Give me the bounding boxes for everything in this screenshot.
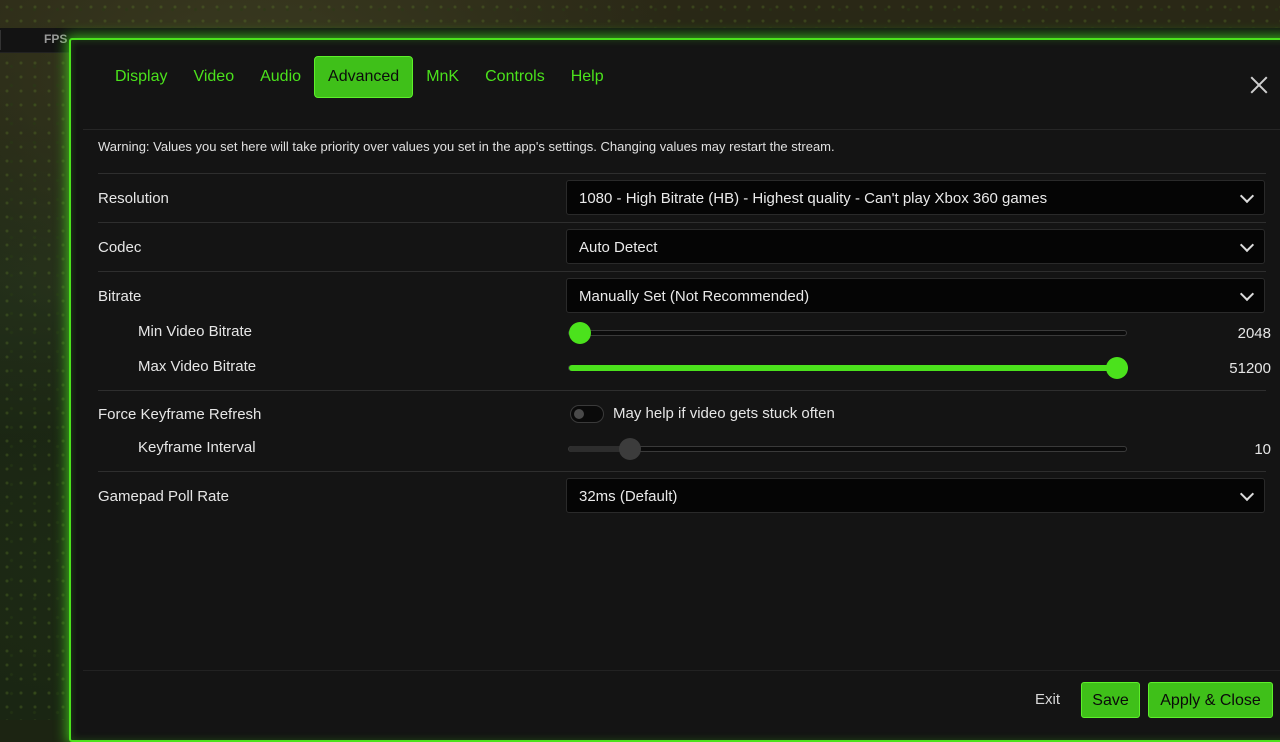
- fps-label: FPS: [44, 32, 68, 46]
- min-bitrate-handle[interactable]: [569, 322, 592, 344]
- min-bitrate-slider[interactable]: [568, 322, 1127, 344]
- divider: [98, 271, 1266, 272]
- footer-divider: [83, 670, 1280, 671]
- keyframe-interval-label: Keyframe Interval: [138, 439, 256, 456]
- settings-tabs: Display Video Audio Advanced MnK Control…: [102, 56, 617, 98]
- tab-controls[interactable]: Controls: [472, 56, 558, 98]
- exit-button[interactable]: Exit: [1035, 691, 1060, 708]
- tab-audio[interactable]: Audio: [247, 56, 314, 98]
- tab-video[interactable]: Video: [180, 56, 247, 98]
- resolution-label: Resolution: [98, 190, 169, 207]
- bitrate-label: Bitrate: [98, 288, 142, 305]
- close-icon[interactable]: [1246, 72, 1272, 98]
- codec-select[interactable]: Auto Detect: [566, 229, 1265, 264]
- keyframe-interval-value: 10: [1254, 441, 1271, 458]
- tab-display[interactable]: Display: [102, 56, 180, 98]
- resolution-value: 1080 - High Bitrate (HB) - Highest quali…: [579, 190, 1048, 207]
- force-keyframe-toggle[interactable]: [570, 405, 604, 423]
- tab-help[interactable]: Help: [558, 56, 617, 98]
- force-keyframe-hint: May help if video gets stuck often: [613, 405, 835, 422]
- max-bitrate-slider[interactable]: [568, 357, 1128, 379]
- divider: [98, 222, 1266, 223]
- bitrate-select[interactable]: Manually Set (Not Recommended): [566, 278, 1265, 313]
- codec-label: Codec: [98, 239, 142, 256]
- chevron-down-icon: [1239, 188, 1255, 204]
- gamepad-poll-value: 32ms (Default): [579, 488, 678, 505]
- keyframe-interval-slider[interactable]: [568, 438, 1127, 460]
- tab-advanced[interactable]: Advanced: [314, 56, 414, 98]
- max-bitrate-fill: [569, 365, 1128, 371]
- divider: [98, 390, 1266, 391]
- divider: [98, 471, 1266, 472]
- gamepad-poll-select[interactable]: 32ms (Default): [566, 478, 1265, 513]
- resolution-select[interactable]: 1080 - High Bitrate (HB) - Highest quali…: [566, 180, 1265, 215]
- chevron-down-icon: [1239, 486, 1255, 502]
- divider: [98, 173, 1266, 174]
- min-bitrate-value: 2048: [1237, 325, 1271, 342]
- divider: [83, 129, 1280, 130]
- chevron-down-icon: [1239, 286, 1255, 302]
- chevron-down-icon: [1239, 237, 1255, 253]
- warning-text: Warning: Values you set here will take p…: [98, 139, 835, 154]
- bitrate-value: Manually Set (Not Recommended): [579, 288, 810, 305]
- save-button[interactable]: Save: [1081, 682, 1140, 718]
- min-bitrate-label: Min Video Bitrate: [138, 323, 252, 340]
- gamepad-poll-label: Gamepad Poll Rate: [98, 488, 229, 505]
- tab-mnk[interactable]: MnK: [413, 56, 472, 98]
- max-bitrate-value: 51200: [1229, 360, 1271, 377]
- max-bitrate-handle[interactable]: [1106, 357, 1128, 379]
- apply-close-button[interactable]: Apply & Close: [1148, 682, 1273, 718]
- codec-value: Auto Detect: [579, 239, 658, 256]
- force-keyframe-label: Force Keyframe Refresh: [98, 406, 262, 423]
- max-bitrate-label: Max Video Bitrate: [138, 358, 257, 375]
